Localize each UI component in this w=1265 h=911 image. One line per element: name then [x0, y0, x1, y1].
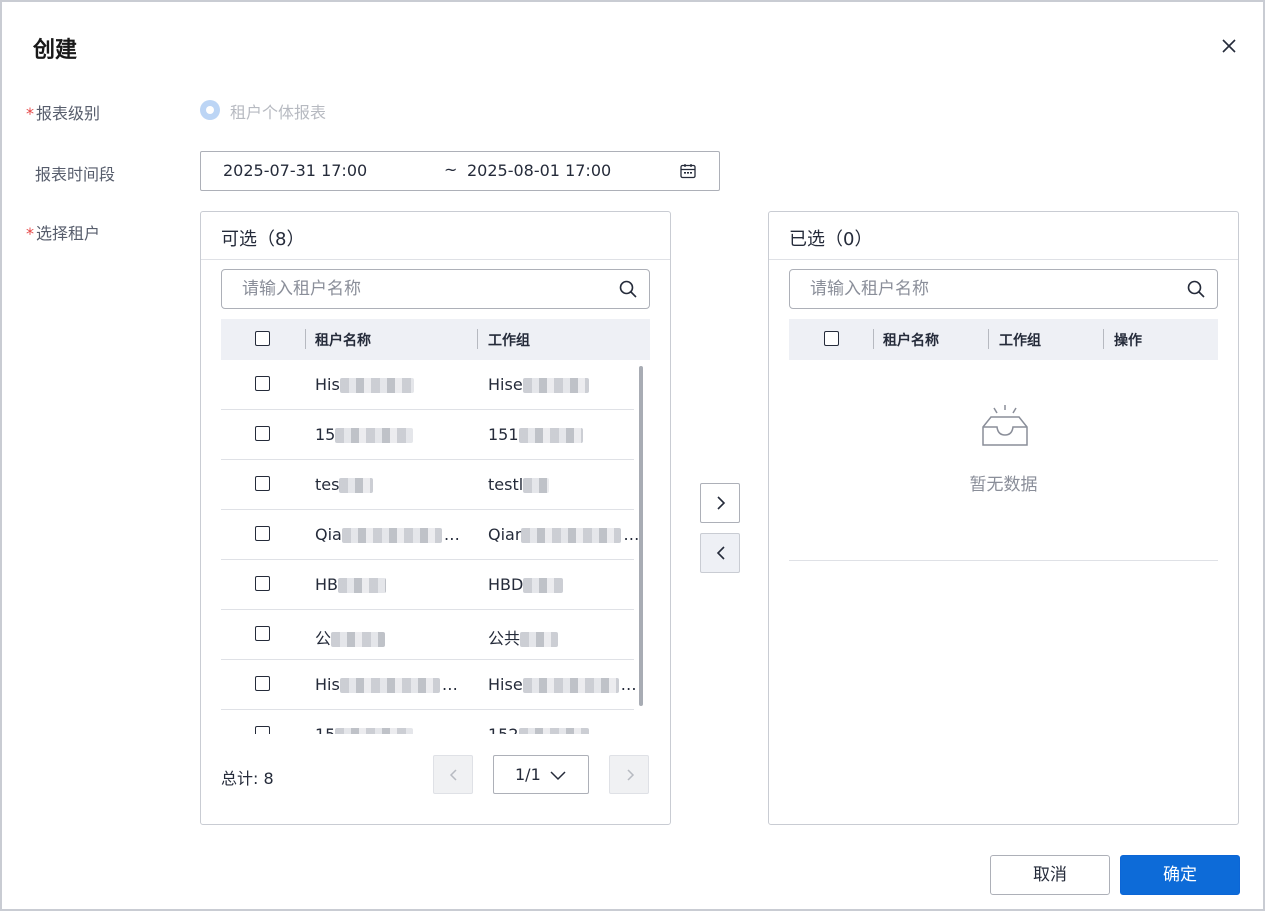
- search-icon[interactable]: [1186, 279, 1206, 299]
- select-all-checkbox[interactable]: [824, 331, 839, 346]
- calendar-icon[interactable]: [679, 162, 697, 180]
- tenant-name-cell: 15: [315, 425, 414, 444]
- empty-text: 暂无数据: [969, 475, 1038, 495]
- row-checkbox[interactable]: [255, 676, 270, 691]
- work-group-cell: Qiar…: [488, 525, 640, 544]
- selected-search-input[interactable]: [790, 270, 1180, 308]
- date-range-picker[interactable]: 2025-07-31 17:00 ~ 2025-08-01 17:00: [200, 151, 720, 191]
- chevron-right-icon: [717, 496, 726, 510]
- row-checkbox[interactable]: [255, 526, 270, 541]
- available-table-header: 租户名称 工作组: [221, 319, 650, 360]
- row-checkbox[interactable]: [255, 476, 270, 491]
- page-select-value: 1/1: [515, 765, 541, 784]
- table-row[interactable]: 15 151: [221, 410, 634, 460]
- move-right-button[interactable]: [700, 483, 740, 523]
- tenant-name-cell: Qia…: [315, 525, 460, 544]
- available-search-input[interactable]: [222, 270, 612, 308]
- available-panel: 可选（8） 租户名称 工作组 His Hise 15: [200, 211, 671, 825]
- page-select[interactable]: 1/1: [493, 755, 589, 794]
- total-count: 总计: 8: [221, 769, 274, 788]
- table-row[interactable]: HB HBD: [221, 560, 634, 610]
- move-left-button[interactable]: [700, 533, 740, 573]
- confirm-button[interactable]: 确定: [1120, 855, 1240, 895]
- row-checkbox[interactable]: [255, 726, 270, 734]
- close-icon[interactable]: [1218, 35, 1240, 57]
- chevron-right-icon: [627, 769, 635, 781]
- work-group-cell: Hise…: [488, 675, 637, 694]
- column-divider: [873, 329, 874, 349]
- selected-table-header: 租户名称 工作组 操作: [789, 319, 1218, 360]
- column-header-tenant-name[interactable]: 租户名称: [315, 330, 371, 350]
- available-title: 可选（8）: [221, 229, 305, 250]
- row-checkbox[interactable]: [255, 426, 270, 441]
- work-group-cell: HBD: [488, 575, 564, 594]
- select-all-checkbox[interactable]: [255, 331, 270, 346]
- required-mark: *: [26, 104, 34, 123]
- chevron-left-icon: [716, 546, 725, 560]
- prev-page-button[interactable]: [433, 755, 473, 794]
- selected-search[interactable]: [789, 269, 1218, 309]
- divider: [789, 560, 1218, 561]
- row-checkbox[interactable]: [255, 376, 270, 391]
- range-end[interactable]: 2025-08-01 17:00: [467, 161, 611, 180]
- tenant-name-cell: His: [315, 375, 414, 394]
- range-start[interactable]: 2025-07-31 17:00: [223, 161, 367, 180]
- tenant-name-cell: HB: [315, 575, 387, 594]
- column-header-work-group[interactable]: 工作组: [488, 330, 530, 350]
- table-row[interactable]: His Hise: [221, 360, 634, 410]
- report-level-radio[interactable]: [200, 100, 220, 120]
- column-divider: [1103, 329, 1104, 349]
- column-header-action: 操作: [1114, 333, 1142, 349]
- tenant-name-cell: His…: [315, 675, 458, 694]
- tenant-name-cell: tes: [315, 475, 374, 494]
- available-search[interactable]: [221, 269, 650, 309]
- create-report-dialog: 创建 * 报表级别 租户个体报表 报表时间段 2025-07-31 17:00 ~…: [0, 0, 1265, 911]
- select-tenant-label: * 选择租户: [26, 224, 101, 243]
- tenant-name-cell: 公: [315, 625, 386, 649]
- table-row[interactable]: 15 152: [221, 710, 634, 734]
- chevron-left-icon: [449, 769, 457, 781]
- report-level-label: * 报表级别: [26, 104, 101, 123]
- available-table-body: His Hise 15 151 tes testl Qia… Qiar… HB: [221, 360, 650, 734]
- table-row[interactable]: 公 公共: [221, 610, 634, 660]
- row-checkbox[interactable]: [255, 576, 270, 591]
- work-group-cell: 151: [488, 425, 583, 444]
- cancel-button[interactable]: 取消: [990, 855, 1110, 895]
- work-group-cell: 公共: [488, 625, 559, 649]
- empty-inbox-icon: [982, 405, 1028, 446]
- range-separator: ~: [444, 160, 458, 179]
- table-row[interactable]: His… Hise…: [221, 660, 637, 710]
- column-divider: [477, 329, 478, 349]
- row-checkbox[interactable]: [255, 626, 270, 641]
- column-divider: [988, 329, 989, 349]
- column-header-work-group[interactable]: 工作组: [999, 330, 1041, 350]
- next-page-button[interactable]: [609, 755, 649, 794]
- report-level-option[interactable]: 租户个体报表: [230, 99, 326, 123]
- search-icon[interactable]: [618, 279, 638, 299]
- selected-title: 已选（0）: [789, 229, 873, 250]
- table-row[interactable]: Qia… Qiar…: [221, 510, 639, 560]
- table-scrollbar[interactable]: [639, 366, 643, 706]
- required-mark: *: [26, 224, 34, 243]
- work-group-cell: Hise: [488, 375, 589, 394]
- column-header-tenant-name[interactable]: 租户名称: [883, 330, 939, 350]
- dialog-title: 创建: [33, 38, 78, 63]
- selected-panel: 已选（0） 租户名称 工作组 操作 暂无数据: [768, 211, 1239, 825]
- chevron-down-icon: [550, 771, 566, 781]
- tenant-name-cell: 15: [315, 725, 414, 734]
- time-range-label: 报表时间段: [35, 165, 116, 184]
- available-panel-header: 可选（8）: [201, 212, 670, 260]
- column-divider: [305, 329, 306, 349]
- selected-panel-header: 已选（0）: [769, 212, 1238, 260]
- work-group-cell: testl: [488, 475, 550, 494]
- table-row[interactable]: tes testl: [221, 460, 634, 510]
- work-group-cell: 152: [488, 725, 589, 734]
